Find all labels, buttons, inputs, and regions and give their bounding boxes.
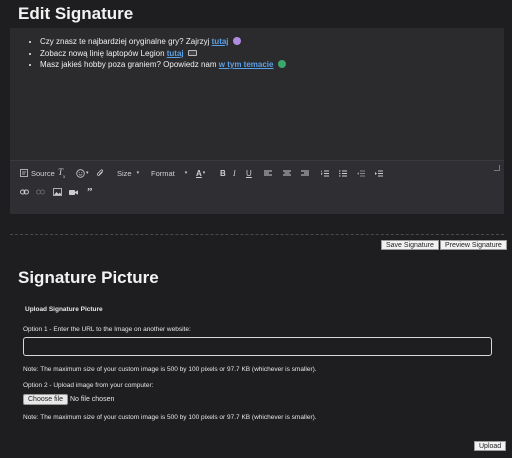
section-divider <box>10 234 504 235</box>
outdent-button[interactable] <box>357 166 375 180</box>
upload-signature-heading: Upload Signature Picture <box>25 306 103 313</box>
purple-orb-emoji-icon <box>232 37 241 45</box>
italic-icon: I <box>233 168 236 178</box>
chevron-down-icon: ▾ <box>202 170 206 176</box>
signature-list: Czy znasz te najbardziej oryginalne gry?… <box>10 28 504 71</box>
option1-label: Option 1 - Enter the URL to the Image on… <box>23 326 191 333</box>
align-right-icon <box>301 170 309 175</box>
upload-button[interactable]: Upload <box>474 441 507 451</box>
numbered-list-icon <box>321 170 329 176</box>
signature-picture-title: Signature Picture <box>18 268 159 287</box>
size-note-2: Note: The maximum size of your custom im… <box>23 414 317 421</box>
italic-button[interactable]: I <box>233 166 246 180</box>
image-url-input[interactable] <box>23 337 492 356</box>
indent-icon <box>375 170 383 176</box>
line-link[interactable]: tutaj <box>167 49 184 58</box>
bold-icon: B <box>220 168 226 178</box>
signature-line-1: Czy znasz te najbardziej oryginalne gry?… <box>40 36 504 48</box>
remove-format-button[interactable]: Tx <box>58 166 76 180</box>
line-text: Masz jakieś hobby poza graniem? Opowiedz… <box>40 60 219 69</box>
editor-toolbar: Source Tx ▾ Size ▾ Format ▾ A ▾ B I U ” <box>10 160 504 214</box>
size-dropdown[interactable]: Size ▾ <box>117 166 151 180</box>
no-file-chosen-label: No file chosen <box>70 396 115 403</box>
signature-editor[interactable]: Czy znasz te najbardziej oryginalne gry?… <box>10 28 504 214</box>
paperclip-icon <box>96 168 103 176</box>
source-button[interactable]: Source <box>20 166 58 180</box>
laptop-emoji-icon <box>187 49 197 56</box>
smiley-icon <box>76 168 85 178</box>
line-link[interactable]: tutaj <box>212 37 229 46</box>
save-signature-button[interactable]: Save Signature <box>381 240 439 250</box>
insert-image-button[interactable] <box>53 185 69 199</box>
chevron-down-icon: ▾ <box>184 170 188 176</box>
unlink-button[interactable] <box>36 185 53 199</box>
line-link[interactable]: w tym temacie <box>219 60 274 69</box>
outdent-icon <box>357 170 365 176</box>
image-icon <box>53 188 62 196</box>
align-left-button[interactable] <box>264 166 283 180</box>
underline-button[interactable]: U <box>246 166 264 180</box>
underline-icon: U <box>246 168 252 178</box>
align-center-icon <box>283 170 291 175</box>
edit-signature-title: Edit Signature <box>18 4 134 23</box>
bulleted-list-icon <box>339 169 347 177</box>
chevron-down-icon: ▾ <box>86 170 89 176</box>
video-camera-icon <box>69 189 78 195</box>
text-color-button[interactable]: A ▾ <box>196 166 220 180</box>
quote-icon: ” <box>87 186 93 198</box>
blockquote-button[interactable]: ” <box>87 185 103 199</box>
align-left-icon <box>264 170 272 175</box>
bulleted-list-button[interactable] <box>339 166 357 180</box>
source-icon <box>20 169 28 177</box>
link-icon <box>20 189 29 195</box>
size-note-1: Note: The maximum size of your custom im… <box>23 366 317 373</box>
align-right-button[interactable] <box>301 166 321 180</box>
indent-button[interactable] <box>375 166 393 180</box>
insert-video-button[interactable] <box>69 185 87 199</box>
chevron-down-icon: ▾ <box>136 170 140 176</box>
editor-resize-handle[interactable] <box>494 165 500 171</box>
line-text: Czy znasz te najbardziej oryginalne gry?… <box>40 37 212 46</box>
unlink-icon <box>36 189 45 195</box>
green-orb-emoji-icon <box>277 60 286 68</box>
text-color-icon: A <box>196 168 202 178</box>
insert-link-button[interactable] <box>20 185 36 199</box>
line-text: Zobacz nową linię laptopów Legion <box>40 48 167 58</box>
source-label: Source <box>31 168 55 178</box>
format-label: Format <box>151 168 175 178</box>
option2-label: Option 2 - Upload image from your comput… <box>23 382 154 389</box>
preview-signature-button[interactable]: Preview Signature <box>440 240 507 250</box>
editor-content-area[interactable]: Czy znasz te najbardziej oryginalne gry?… <box>10 28 504 160</box>
align-center-button[interactable] <box>283 166 301 180</box>
signature-line-3: Masz jakieś hobby poza graniem? Opowiedz… <box>40 59 504 71</box>
size-label: Size <box>117 168 132 178</box>
signature-line-2: Zobacz nową linię laptopów Legion tutaj <box>40 48 504 60</box>
format-dropdown[interactable]: Format ▾ <box>151 166 196 180</box>
remove-format-icon: Tx <box>58 166 66 180</box>
emoji-button[interactable]: ▾ <box>76 166 96 180</box>
numbered-list-button[interactable] <box>321 166 339 180</box>
bold-button[interactable]: B <box>220 166 233 180</box>
attach-button[interactable] <box>96 166 117 180</box>
choose-file-button[interactable]: Choose file <box>23 394 69 405</box>
